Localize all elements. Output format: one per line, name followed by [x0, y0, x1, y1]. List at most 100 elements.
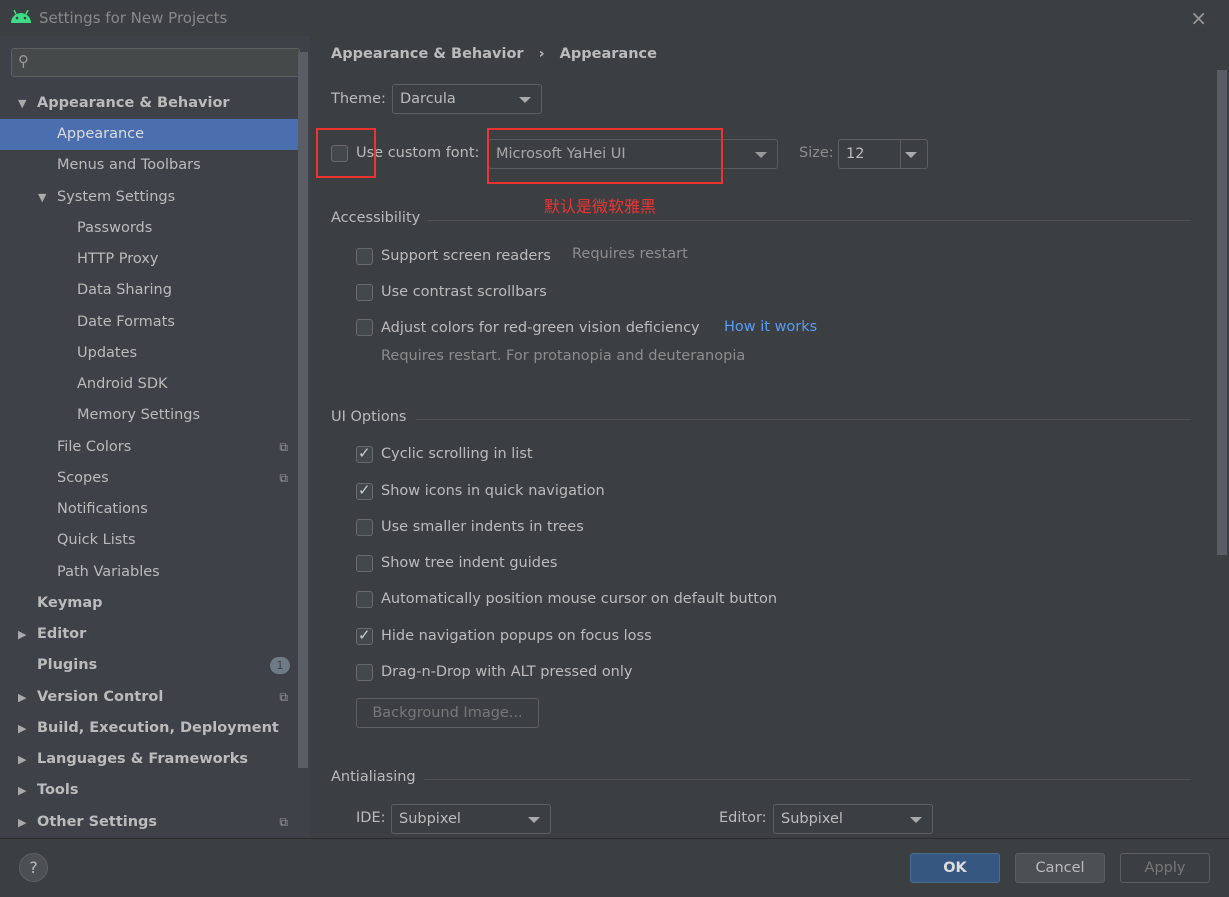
sidebar-item[interactable]: Passwords — [0, 213, 298, 244]
divider — [428, 220, 1191, 221]
chevron-right-icon[interactable]: ▶ — [18, 775, 26, 806]
theme-label: Theme: — [331, 91, 386, 107]
section-title: Antialiasing — [331, 769, 416, 785]
sidebar-item-label: Languages & Frameworks — [37, 751, 249, 767]
screen-readers-label: Support screen readers — [381, 248, 551, 264]
divider — [900, 140, 901, 168]
sidebar-item[interactable]: ▶ Version Control ⧉ — [0, 682, 298, 713]
chevron-down-icon[interactable]: ▼ — [38, 182, 46, 213]
search-icon: ⚲ — [18, 52, 29, 70]
sidebar-item-label: Android SDK — [77, 376, 168, 392]
sidebar-item-label: Passwords — [77, 220, 153, 236]
copy-icon: ⧉ — [279, 440, 288, 454]
color-deficiency-note: Requires restart. For protanopia and deu… — [381, 348, 746, 364]
android-logo-icon — [11, 10, 31, 23]
sidebar-scrollbar[interactable] — [298, 52, 308, 768]
sidebar-item-label: Other Settings — [37, 814, 158, 830]
ui-option-checkbox[interactable] — [356, 664, 373, 681]
ui-option-label: Drag-n-Drop with ALT pressed only — [381, 664, 633, 680]
chevron-right-icon[interactable]: ▶ — [18, 682, 26, 713]
color-deficiency-label: Adjust colors for red-green vision defic… — [381, 320, 700, 336]
sidebar-item[interactable]: ▼ Appearance & Behavior — [0, 88, 298, 119]
ui-option-checkbox[interactable] — [356, 591, 373, 608]
ui-option-checkbox[interactable] — [356, 444, 373, 463]
annotation-text: 默认是微软雅黑 — [544, 197, 657, 216]
sidebar-item[interactable]: Appearance — [0, 119, 298, 150]
sidebar-item-label: Updates — [77, 345, 138, 361]
breadcrumb-item[interactable]: Appearance & Behavior — [331, 46, 524, 62]
sidebar-item-label: Memory Settings — [77, 407, 201, 423]
sidebar-item[interactable]: ▶ Tools — [0, 775, 298, 806]
sidebar-item-label: Build, Execution, Deployment — [37, 720, 279, 736]
color-deficiency-checkbox[interactable] — [356, 319, 373, 336]
ui-option-label: Show icons in quick navigation — [381, 483, 605, 499]
chevron-right-icon[interactable]: ▶ — [18, 713, 26, 744]
chevron-right-icon[interactable]: ▶ — [18, 619, 26, 650]
ui-option-checkbox[interactable] — [356, 626, 373, 645]
annotation-box — [316, 128, 376, 178]
editor-antialiasing-dropdown[interactable]: Subpixel — [773, 804, 933, 834]
sidebar-item[interactable]: Date Formats — [0, 307, 298, 338]
sidebar-item-label: Menus and Toolbars — [57, 157, 201, 173]
ui-option-checkbox[interactable] — [356, 481, 373, 500]
breadcrumb-item: Appearance — [559, 46, 657, 62]
sidebar-item[interactable]: Menus and Toolbars — [0, 150, 298, 181]
chevron-down-icon[interactable]: ▼ — [18, 88, 26, 119]
ui-option-checkbox[interactable] — [356, 555, 373, 572]
sidebar-item[interactable]: File Colors ⧉ — [0, 432, 298, 463]
content-scrollbar[interactable] — [1217, 70, 1227, 555]
sidebar-item-label: File Colors — [57, 439, 132, 455]
sidebar-item[interactable]: Quick Lists — [0, 525, 298, 556]
cancel-button[interactable]: Cancel — [1015, 853, 1105, 883]
sidebar-item-label: Tools — [37, 782, 79, 798]
apply-button[interactable]: Apply — [1120, 853, 1210, 883]
sidebar-item-label: Quick Lists — [57, 532, 136, 548]
sidebar-item-label: Date Formats — [77, 314, 175, 330]
sidebar-item-label: HTTP Proxy — [77, 251, 159, 267]
sidebar-item[interactable]: Notifications — [0, 494, 298, 525]
contrast-scrollbars-label: Use contrast scrollbars — [381, 284, 547, 300]
sidebar-item-label: Version Control — [37, 689, 164, 705]
divider — [424, 779, 1191, 780]
theme-dropdown[interactable]: Darcula — [392, 84, 542, 114]
breadcrumb-separator: › — [538, 46, 545, 62]
window-title: Settings for New Projects — [39, 9, 228, 27]
copy-icon: ⧉ — [279, 815, 288, 829]
contrast-scrollbars-checkbox[interactable] — [356, 284, 373, 301]
sidebar-item-label: Plugins — [37, 657, 98, 673]
editor-label: Editor: — [719, 810, 767, 826]
background-image-button[interactable]: Background Image... — [356, 698, 539, 728]
size-combo[interactable]: 12 — [838, 139, 928, 169]
chevron-right-icon[interactable]: ▶ — [18, 744, 26, 775]
section-title: UI Options — [331, 409, 407, 425]
help-button[interactable]: ? — [19, 853, 48, 882]
copy-icon: ⧉ — [279, 690, 288, 704]
sidebar-item[interactable]: ▶ Other Settings ⧉ — [0, 807, 298, 838]
ui-option-label: Show tree indent guides — [381, 555, 558, 571]
sidebar-item[interactable]: Path Variables — [0, 557, 298, 588]
sidebar-item[interactable]: ▶ Languages & Frameworks — [0, 744, 298, 775]
sidebar-item[interactable]: Scopes ⧉ — [0, 463, 298, 494]
how-it-works-link[interactable]: How it works — [724, 319, 817, 335]
ok-button[interactable]: OK — [910, 853, 1000, 883]
copy-icon: ⧉ — [279, 471, 288, 485]
sidebar-item[interactable]: HTTP Proxy — [0, 244, 298, 275]
sidebar-item[interactable]: Memory Settings — [0, 400, 298, 431]
screen-readers-checkbox[interactable] — [356, 248, 373, 265]
sidebar-item[interactable]: ▶ Build, Execution, Deployment — [0, 713, 298, 744]
ui-option-checkbox[interactable] — [356, 519, 373, 536]
sidebar-item[interactable]: ▶ Editor — [0, 619, 298, 650]
size-label: Size: — [799, 145, 834, 161]
sidebar-item[interactable]: Plugins 1 — [0, 650, 298, 681]
sidebar-item-label: Editor — [37, 626, 87, 642]
ide-antialiasing-dropdown[interactable]: Subpixel — [391, 804, 551, 834]
search-input[interactable]: ⚲ — [11, 48, 300, 77]
sidebar-item[interactable]: Updates — [0, 338, 298, 369]
sidebar-item[interactable]: Data Sharing — [0, 275, 298, 306]
sidebar-item[interactable]: Keymap — [0, 588, 298, 619]
sidebar-item[interactable]: Android SDK — [0, 369, 298, 400]
close-icon[interactable]: × — [1190, 6, 1207, 30]
requires-restart-note: Requires restart — [572, 246, 688, 262]
chevron-right-icon[interactable]: ▶ — [18, 807, 26, 838]
sidebar-item[interactable]: ▼ System Settings — [0, 182, 298, 213]
